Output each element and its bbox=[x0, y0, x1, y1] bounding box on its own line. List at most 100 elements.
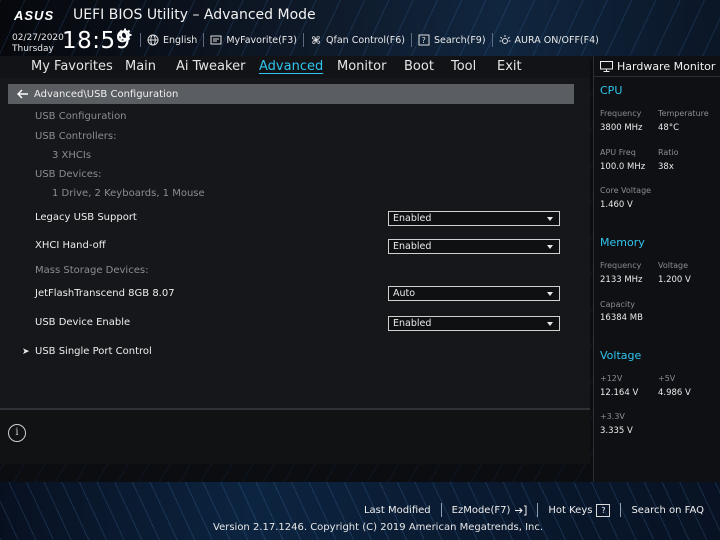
tab-main[interactable]: Main bbox=[125, 59, 156, 74]
xhci-handoff-select[interactable]: Enabled bbox=[388, 239, 560, 254]
qfan-label: Qfan Control(F6) bbox=[326, 34, 405, 46]
cpu-frequency-label: Frequency bbox=[600, 109, 642, 118]
monitor-icon bbox=[600, 61, 613, 72]
language-button[interactable]: English bbox=[140, 33, 203, 47]
tab-advanced[interactable]: Advanced bbox=[259, 59, 323, 74]
hotkeys-key-icon: ? bbox=[596, 503, 611, 517]
search-faq-button[interactable]: Search on FAQ bbox=[620, 503, 714, 517]
jetflash-value: Auto bbox=[393, 288, 416, 299]
memory-voltage-label: Voltage bbox=[658, 261, 689, 270]
ezmode-button[interactable]: EzMode(F7) bbox=[440, 503, 538, 517]
qfan-button[interactable]: Qfan Control(F6) bbox=[303, 33, 411, 47]
legacy-usb-value: Enabled bbox=[393, 213, 432, 224]
memory-capacity-label: Capacity bbox=[600, 300, 635, 309]
hardware-monitor-label: Hardware Monitor bbox=[617, 60, 716, 73]
aura-label: AURA ON/OFF(F4) bbox=[514, 34, 599, 46]
breadcrumb[interactable]: Advanced\USB Configuration bbox=[8, 84, 574, 104]
core-voltage-label: Core Voltage bbox=[600, 186, 652, 195]
legacy-usb-select[interactable]: Enabled bbox=[388, 211, 560, 226]
top-header: ASUS UEFI BIOS Utility – Advanced Mode 0… bbox=[0, 0, 720, 56]
ratio-value: 38x bbox=[658, 162, 674, 172]
main-menu-bar: My Favorites Main Ai Tweaker Advanced Mo… bbox=[0, 56, 590, 79]
hotkeys-label: Hot Keys bbox=[548, 504, 593, 516]
back-arrow-icon[interactable] bbox=[16, 89, 30, 99]
svg-text:?: ? bbox=[422, 36, 426, 45]
day-text: Thursday bbox=[12, 44, 54, 54]
memory-frequency-label: Frequency bbox=[600, 261, 642, 270]
gear-icon[interactable] bbox=[118, 28, 132, 42]
favorite-icon bbox=[210, 35, 222, 45]
myfavorite-label: MyFavorite(F3) bbox=[226, 34, 298, 46]
cpu-section-title: CPU bbox=[600, 84, 623, 97]
chevron-down-icon bbox=[547, 322, 553, 326]
aura-button[interactable]: AURA ON/OFF(F4) bbox=[491, 33, 605, 47]
search-label: Search(F9) bbox=[433, 34, 486, 46]
ezmode-label: EzMode(F7) bbox=[451, 504, 511, 516]
tab-boot[interactable]: Boot bbox=[404, 59, 434, 74]
tab-my-favorites[interactable]: My Favorites bbox=[31, 59, 113, 74]
jetflash-label: JetFlashTranscend 8GB 8.07 bbox=[35, 288, 175, 299]
chevron-down-icon bbox=[547, 217, 553, 221]
asus-logo: ASUS bbox=[14, 8, 54, 22]
apu-freq-value: 100.0 MHz bbox=[600, 162, 646, 172]
jetflash-select[interactable]: Auto bbox=[388, 286, 560, 301]
last-modified-button[interactable]: Last Modified bbox=[354, 503, 441, 517]
info-icon: i bbox=[8, 424, 26, 442]
usb-device-enable-value: Enabled bbox=[393, 318, 432, 329]
search-icon: ? bbox=[418, 34, 430, 46]
hotkeys-button[interactable]: Hot Keys ? bbox=[537, 503, 620, 517]
language-label: English bbox=[163, 34, 198, 46]
usb-single-port-control-link[interactable]: USB Single Port Control bbox=[35, 346, 152, 357]
tab-monitor[interactable]: Monitor bbox=[337, 59, 386, 74]
settings-panel: Advanced\USB Configuration USB Configura… bbox=[0, 78, 590, 408]
breadcrumb-text: Advanced\USB Configuration bbox=[34, 88, 179, 100]
xhci-handoff-value: Enabled bbox=[393, 241, 432, 252]
usb-device-enable-select[interactable]: Enabled bbox=[388, 316, 560, 331]
cpu-temperature-value: 48°C bbox=[658, 123, 680, 133]
search-faq-label: Search on FAQ bbox=[631, 504, 704, 516]
memory-capacity-value: 16384 MB bbox=[600, 313, 643, 323]
asus-logo-text: ASUS bbox=[14, 8, 54, 22]
hardware-monitor-panel: Hardware Monitor CPU Frequency Temperatu… bbox=[593, 56, 720, 482]
chevron-down-icon bbox=[547, 292, 553, 296]
memory-section-title: Memory bbox=[600, 236, 645, 249]
core-voltage-value: 1.460 V bbox=[600, 200, 633, 210]
apu-freq-label: APU Freq bbox=[600, 148, 636, 157]
copyright-text: Version 2.17.1246. Copyright (C) 2019 Am… bbox=[213, 522, 544, 533]
mass-storage-label: Mass Storage Devices: bbox=[35, 265, 149, 276]
divider bbox=[594, 76, 720, 77]
footer-bar: Last Modified EzMode(F7) Hot Keys ? Sear… bbox=[0, 482, 720, 540]
xhci-handoff-label: XHCI Hand-off bbox=[35, 240, 106, 251]
hardware-monitor-title: Hardware Monitor bbox=[600, 60, 715, 73]
tab-exit[interactable]: Exit bbox=[497, 59, 522, 74]
usb-devices-value: 1 Drive, 2 Keyboards, 1 Mouse bbox=[52, 188, 205, 199]
v33-label: +3.3V bbox=[600, 412, 625, 421]
tab-ai-tweaker[interactable]: Ai Tweaker bbox=[176, 59, 245, 74]
usb-controllers-label: USB Controllers: bbox=[35, 131, 117, 142]
tab-tool[interactable]: Tool bbox=[451, 59, 476, 74]
cpu-temperature-label: Temperature bbox=[658, 109, 709, 118]
legacy-usb-label: Legacy USB Support bbox=[35, 212, 137, 223]
fan-icon bbox=[311, 35, 321, 45]
footer-actions: Last Modified EzMode(F7) Hot Keys ? Sear… bbox=[354, 503, 714, 517]
v33-value: 3.335 V bbox=[600, 426, 633, 436]
myfavorite-button[interactable]: MyFavorite(F3) bbox=[203, 33, 303, 47]
memory-frequency-value: 2133 MHz bbox=[600, 275, 643, 285]
usb-devices-label: USB Devices: bbox=[35, 169, 102, 180]
aura-icon bbox=[499, 35, 511, 44]
exit-arrow-icon bbox=[515, 505, 527, 515]
usb-device-enable-label: USB Device Enable bbox=[35, 317, 131, 328]
usb-configuration-heading: USB Configuration bbox=[35, 111, 127, 122]
v12-label: +12V bbox=[600, 374, 623, 383]
submenu-arrow-icon: ➤ bbox=[22, 347, 30, 357]
date-text: 02/27/2020 bbox=[12, 33, 64, 43]
v12-value: 12.164 V bbox=[600, 388, 639, 398]
cpu-frequency-value: 3800 MHz bbox=[600, 123, 643, 133]
globe-icon bbox=[147, 34, 159, 46]
search-button[interactable]: ? Search(F9) bbox=[410, 33, 492, 47]
ratio-label: Ratio bbox=[658, 148, 679, 157]
voltage-section-title: Voltage bbox=[600, 349, 642, 362]
chevron-down-icon bbox=[547, 245, 553, 249]
help-info-bar: i bbox=[0, 408, 590, 464]
last-modified-label: Last Modified bbox=[363, 504, 431, 516]
